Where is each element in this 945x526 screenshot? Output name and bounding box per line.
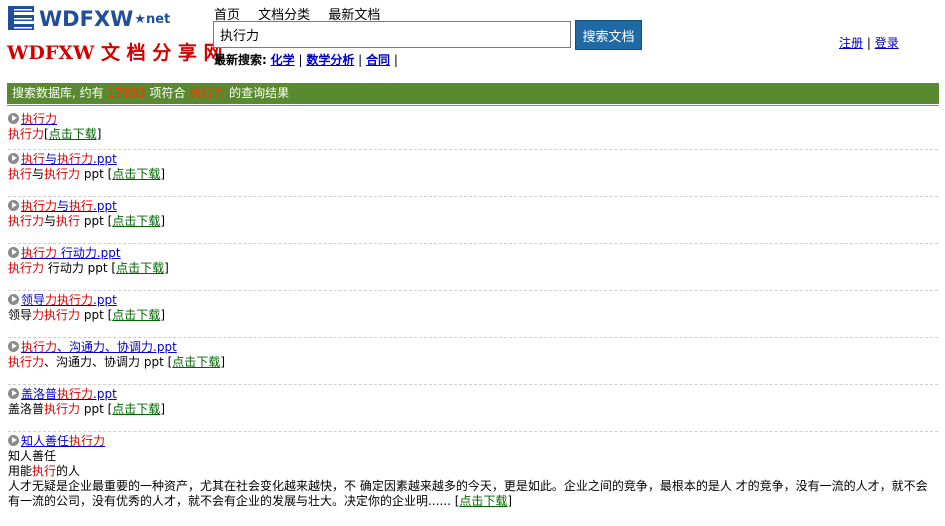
play-bullet-icon	[8, 247, 19, 258]
download-link[interactable]: 点击下载	[112, 214, 160, 228]
results-list: 执行力 执行力[点击下载] 执行与执行力.ppt 执行与执行力 ppt [点击下…	[8, 110, 938, 509]
download-link[interactable]: 点击下载	[459, 494, 507, 508]
play-bullet-icon	[8, 294, 19, 305]
recent-search-link[interactable]: 化学	[271, 53, 295, 67]
banner-middle: 项符合	[145, 86, 190, 100]
search-button[interactable]: 搜索文档	[575, 20, 642, 50]
download-link[interactable]: 点击下载	[172, 355, 220, 369]
logo-wordmark: WDFXW	[39, 7, 134, 31]
site-logo[interactable]: WDFXW ★net WDFXW 文 档 分 享 网	[7, 2, 222, 66]
result-desc: 执行力、沟通力、协调力 ppt [点击下载]	[8, 355, 225, 369]
banner-divider	[7, 105, 939, 106]
result-desc-paragraph: 人才无疑是企业最重要的一种资产，尤其在社会变化越来越快，不 确定因素越来越多的今…	[8, 479, 928, 508]
result-title-link[interactable]: 盖洛普执行力.ppt	[21, 387, 117, 401]
result-title-link[interactable]: 执行力、沟通力、协调力.ppt	[21, 340, 177, 354]
recent-searches-label: 最新搜索:	[214, 53, 267, 67]
recent-search-link[interactable]: 数学分析	[306, 53, 354, 67]
play-bullet-icon	[8, 435, 19, 446]
register-link[interactable]: 注册	[839, 36, 863, 50]
result-item: 执行力 行动力.ppt 执行力 行动力 ppt [点击下载]	[8, 244, 938, 291]
download-link[interactable]: 点击下载	[112, 308, 160, 322]
recent-search-link[interactable]: 合同	[366, 53, 390, 67]
result-desc: 执行力 行动力 ppt [点击下载]	[8, 261, 169, 275]
play-bullet-icon	[8, 341, 19, 352]
search-input[interactable]	[213, 21, 571, 48]
result-item: 执行与执行力.ppt 执行与执行力 ppt [点击下载]	[8, 150, 938, 197]
download-link[interactable]: 点击下载	[49, 127, 97, 141]
result-title-link[interactable]: 执行与执行力.ppt	[21, 152, 117, 166]
result-item: 执行力、沟通力、协调力.ppt 执行力、沟通力、协调力 ppt [点击下载]	[8, 338, 938, 385]
logo-net: ★net	[134, 11, 171, 27]
query-term: 执行力	[189, 86, 226, 100]
result-desc: 执行力[点击下载]	[8, 127, 102, 141]
banner-suffix: 的查询结果	[225, 86, 290, 100]
auth-links: 注册 | 登录	[839, 34, 899, 51]
result-title-link[interactable]: 执行力与执行.ppt	[21, 199, 117, 213]
recent-searches: 最新搜索: 化学 | 数学分析 | 合同 |	[214, 53, 398, 67]
play-bullet-icon	[8, 200, 19, 211]
result-item: 执行力 执行力[点击下载]	[8, 110, 938, 150]
download-link[interactable]: 点击下载	[116, 261, 164, 275]
auth-separator: |	[866, 36, 871, 50]
result-title-link[interactable]: 领导力执行力.ppt	[21, 293, 117, 307]
result-title-link[interactable]: 执行力	[21, 112, 57, 126]
result-desc: 执行力与执行 ppt [点击下载]	[8, 214, 166, 228]
result-item: 知人善任执行力 知人善任 用能执行的人 人才无疑是企业最重要的一种资产，尤其在社…	[8, 432, 938, 509]
result-title-link[interactable]: 执行力 行动力.ppt	[21, 246, 121, 260]
result-count: 17893	[107, 86, 146, 100]
logo-b-icon	[8, 6, 34, 30]
result-desc-line: 知人善任	[8, 449, 57, 463]
result-desc: 盖洛普执行力 ppt [点击下载]	[8, 402, 165, 416]
play-bullet-icon	[8, 153, 19, 164]
result-desc: 领导力执行力 ppt [点击下载]	[8, 308, 165, 322]
logo-subtitle: WDFXW 文 档 分 享 网	[7, 42, 223, 64]
result-item: 盖洛普执行力.ppt 盖洛普执行力 ppt [点击下载]	[8, 385, 938, 432]
result-title-link[interactable]: 知人善任执行力	[21, 434, 105, 448]
result-item: 领导力执行力.ppt 领导力执行力 ppt [点击下载]	[8, 291, 938, 338]
login-link[interactable]: 登录	[875, 36, 899, 50]
result-item: 执行力与执行.ppt 执行力与执行 ppt [点击下载]	[8, 197, 938, 244]
results-summary-banner: 搜索数据库, 约有 17893 项符合 执行力 的查询结果	[7, 83, 939, 104]
result-desc-line: 用能执行的人	[8, 464, 81, 478]
download-link[interactable]: 点击下载	[112, 167, 160, 181]
result-desc: 执行与执行力 ppt [点击下载]	[8, 167, 166, 181]
play-bullet-icon	[8, 113, 19, 124]
banner-prefix: 搜索数据库, 约有	[12, 86, 108, 100]
download-link[interactable]: 点击下载	[112, 402, 160, 416]
play-bullet-icon	[8, 388, 19, 399]
